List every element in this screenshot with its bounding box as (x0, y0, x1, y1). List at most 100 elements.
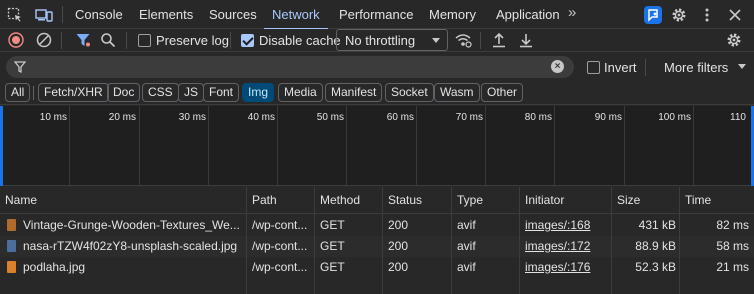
requests-table: Name Path Method Status Type Initiator S… (0, 187, 754, 294)
close-devtools-icon[interactable] (724, 4, 746, 26)
tab-console[interactable]: Console (67, 0, 131, 29)
request-name[interactable]: nasa-rTZW4f02zY8-unsplash-scaled.jpg (23, 236, 243, 257)
network-conditions-icon[interactable] (453, 30, 473, 50)
record-stop-icon[interactable] (6, 30, 26, 50)
timeline-overview[interactable]: 10 ms 20 ms 30 ms 40 ms 50 ms 60 ms 70 m… (0, 106, 754, 186)
tab-network[interactable]: Network (264, 0, 328, 30)
timeline-gridline (277, 106, 278, 186)
tab-application[interactable]: Application (488, 0, 568, 29)
request-method: GET (320, 239, 345, 253)
timeline-tick-label: 100 ms (658, 112, 691, 123)
filter-chip-other[interactable]: Other (481, 83, 524, 102)
request-initiator-link[interactable]: images/:172 (525, 236, 609, 257)
tab-sources[interactable]: Sources (201, 0, 265, 29)
toolbar-divider (61, 32, 62, 49)
table-row[interactable]: podlaha.jpg /wp-cont... GET 200 avif ima… (0, 257, 754, 278)
filter-chip-doc[interactable]: Doc (107, 83, 141, 102)
column-header-path[interactable]: Path (247, 187, 277, 214)
filter-chip-all[interactable]: All (5, 83, 31, 102)
disable-cache-checkbox[interactable] (241, 34, 254, 47)
tab-elements[interactable]: Elements (131, 0, 201, 29)
image-file-icon (7, 261, 16, 273)
column-header-name[interactable]: Name (0, 187, 37, 214)
request-type: avif (457, 218, 476, 232)
invert-label[interactable]: Invert (604, 60, 637, 75)
request-type: avif (457, 260, 476, 274)
disable-cache-label[interactable]: Disable cache (259, 33, 341, 48)
filter-chip-css[interactable]: CSS (142, 83, 179, 102)
request-status: 200 (388, 260, 409, 274)
filter-chip-manifest[interactable]: Manifest (325, 83, 383, 102)
invert-checkbox[interactable] (587, 61, 600, 74)
network-settings-gear-icon[interactable] (724, 30, 744, 50)
more-tabs-icon[interactable]: » (568, 4, 576, 21)
ai-assistance-icon[interactable] (642, 4, 664, 26)
filter-chip-js[interactable]: JS (178, 83, 205, 102)
request-status: 200 (388, 239, 409, 253)
timeline-tick-label: 80 ms (524, 112, 552, 123)
column-divider[interactable] (451, 187, 452, 294)
table-row[interactable]: nasa-rTZW4f02zY8-unsplash-scaled.jpg /wp… (0, 236, 754, 257)
column-header-method[interactable]: Method (315, 187, 360, 214)
filter-chip-font[interactable]: Font (203, 83, 240, 102)
timeline-gridline (554, 106, 555, 186)
timeline-left-handle[interactable] (0, 106, 3, 186)
clear-log-icon[interactable] (34, 30, 54, 50)
chip-divider (33, 86, 34, 100)
export-har-icon[interactable] (516, 30, 536, 50)
settings-gear-icon[interactable] (668, 4, 690, 26)
column-divider[interactable] (519, 187, 520, 294)
column-divider[interactable] (611, 187, 612, 294)
request-time: 21 ms (716, 260, 749, 274)
toolbar-divider (230, 32, 231, 49)
column-header-type[interactable]: Type (452, 187, 483, 214)
filter-chip-socket[interactable]: Socket (385, 83, 434, 102)
request-method: GET (320, 218, 345, 232)
tab-memory[interactable]: Memory (421, 0, 484, 29)
filter-chip-media[interactable]: Media (278, 83, 323, 102)
timeline-gridline (208, 106, 209, 186)
clear-filter-icon[interactable]: × (551, 60, 564, 73)
filter-input[interactable]: × (6, 56, 574, 78)
column-divider[interactable] (382, 187, 383, 294)
timeline-gridline (69, 106, 70, 186)
import-har-icon[interactable] (489, 30, 509, 50)
filter-chip-wasm[interactable]: Wasm (434, 83, 480, 102)
column-header-status[interactable]: Status (383, 187, 422, 214)
filter-funnel-icon[interactable] (73, 30, 93, 50)
request-size: 431 kB (638, 218, 676, 232)
request-path: /wp-cont... (252, 260, 308, 274)
device-toolbar-icon[interactable] (33, 4, 55, 26)
request-time: 58 ms (716, 239, 749, 253)
column-divider[interactable] (679, 187, 680, 294)
toolbar-divider (126, 32, 127, 49)
request-size: 52.3 kB (635, 260, 676, 274)
column-header-time[interactable]: Time (680, 187, 711, 214)
image-file-icon (7, 219, 16, 231)
timeline-tick-label: 50 ms (316, 112, 344, 123)
search-icon[interactable] (98, 30, 118, 50)
column-divider[interactable] (246, 187, 247, 294)
request-initiator-link[interactable]: images/:168 (525, 215, 609, 236)
request-name[interactable]: podlaha.jpg (23, 257, 243, 278)
request-method: GET (320, 260, 345, 274)
more-filters-dropdown[interactable]: More filters (664, 60, 746, 75)
request-initiator-link[interactable]: images/:176 (525, 257, 609, 278)
tab-performance[interactable]: Performance (331, 0, 421, 29)
throttling-select[interactable]: No throttling (336, 29, 448, 51)
more-options-icon[interactable] (696, 4, 718, 26)
request-name[interactable]: Vintage-Grunge-Wooden-Textures_We... (23, 215, 243, 236)
devtools-tab-bar: Console Elements Sources Network Perform… (0, 0, 754, 30)
throttling-value: No throttling (345, 33, 416, 48)
filter-chip-img[interactable]: Img (242, 83, 275, 102)
filter-chip-fetch-xhr[interactable]: Fetch/XHR (38, 83, 109, 102)
image-file-icon (7, 240, 16, 252)
column-header-size[interactable]: Size (612, 187, 640, 214)
table-row[interactable]: Vintage-Grunge-Wooden-Textures_We... /wp… (0, 215, 754, 236)
preserve-log-label[interactable]: Preserve log (156, 33, 229, 48)
inspect-element-icon[interactable] (4, 4, 26, 26)
filter-row: × Invert More filters (0, 53, 754, 81)
column-header-initiator[interactable]: Initiator (520, 187, 564, 214)
preserve-log-checkbox[interactable] (138, 34, 151, 47)
column-divider[interactable] (314, 187, 315, 294)
